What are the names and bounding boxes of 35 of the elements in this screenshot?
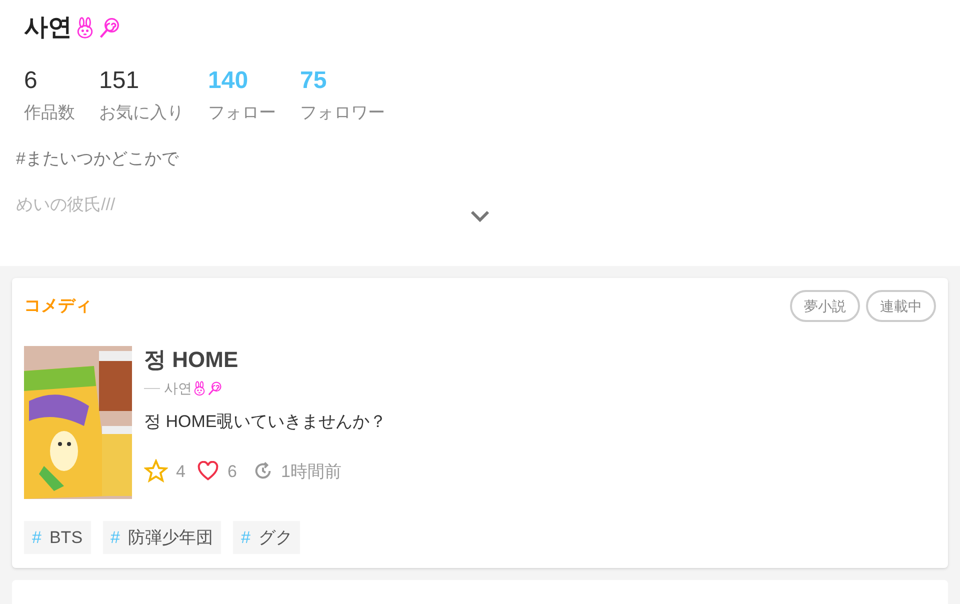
hash-mark: # xyxy=(110,526,120,549)
stat-value: 6 xyxy=(24,66,38,96)
profile-name: 사연 xyxy=(24,16,72,40)
work-description: 정 HOME覗いていきませんか？ xyxy=(144,411,387,433)
hash-mark: # xyxy=(32,526,42,549)
stat-label[interactable]: フォロー xyxy=(208,100,276,126)
like-count: 6 xyxy=(227,460,237,482)
stat-value: 140 xyxy=(208,66,250,96)
refresh-icon xyxy=(252,461,273,482)
genre-label: コメディ xyxy=(24,295,92,318)
tag-label: BTS xyxy=(49,526,83,549)
stat-label[interactable]: フォロワー xyxy=(300,100,385,126)
stat-value: 75 xyxy=(300,66,328,96)
updated-time: 1時間前 xyxy=(280,460,342,482)
tag-label: グク xyxy=(258,526,292,549)
stat-label[interactable]: お気に入り xyxy=(99,100,184,126)
star-icon xyxy=(144,459,168,484)
lollipop-icon xyxy=(98,17,120,39)
stat-value: 151 xyxy=(99,66,140,96)
status-badge: 連載中 xyxy=(866,290,936,322)
lollipop-icon xyxy=(207,381,222,396)
tag-chip[interactable]: # 防弾少年団 xyxy=(102,521,221,554)
bio-line: #またいつかどこかで xyxy=(16,148,180,170)
work-card[interactable]: コメディ 夢小説 連載中 정 HOME 사연 정 HOME覗いていきませんか？ 4 6 1時間前 # BTS # 防弾少年団 # グク xyxy=(12,278,948,568)
work-title[interactable]: 정 HOME xyxy=(144,346,387,374)
hash-mark: # xyxy=(241,526,250,549)
heart-icon xyxy=(197,461,220,482)
tag-chip[interactable]: # BTS xyxy=(24,521,91,554)
status-badge: 夢小説 xyxy=(790,290,860,322)
bunny-icon xyxy=(192,381,207,396)
star-count: 4 xyxy=(176,460,186,482)
bio-line: めいの彼氏/// xyxy=(16,194,116,216)
stat-label[interactable]: 作品数 xyxy=(24,100,75,126)
tag-chip[interactable]: # グク xyxy=(233,521,300,554)
tag-label: 防弾少年団 xyxy=(128,526,213,549)
